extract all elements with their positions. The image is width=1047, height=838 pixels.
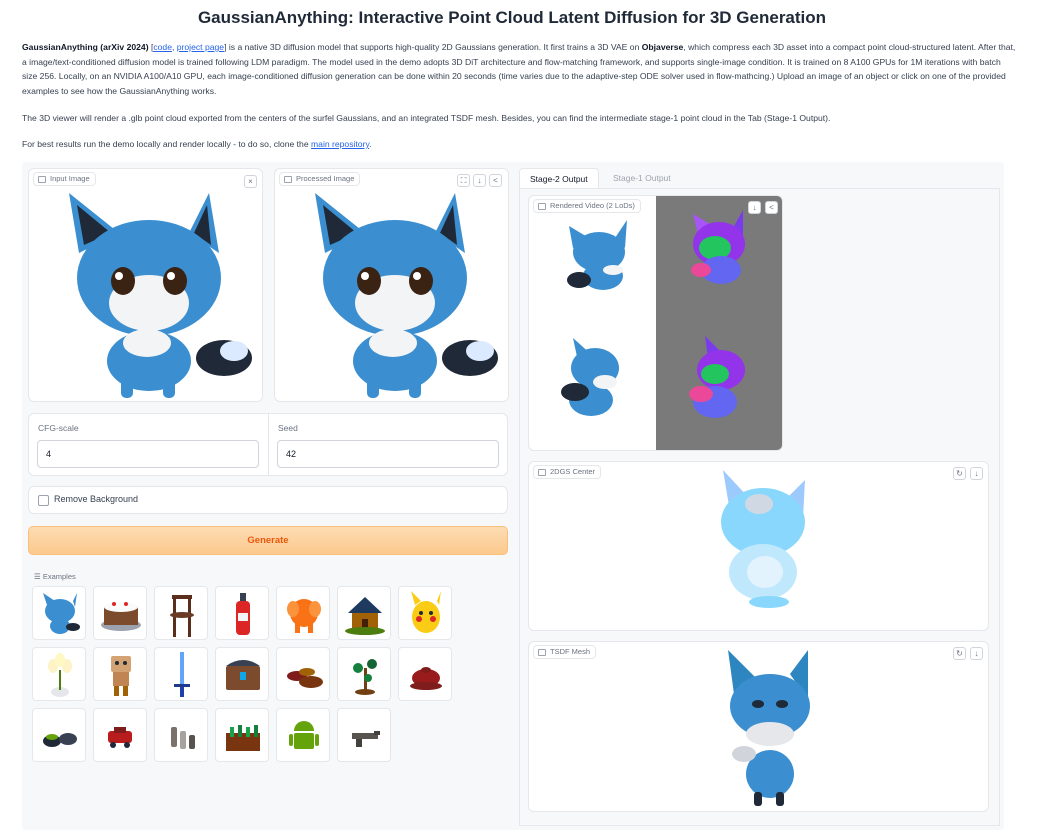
- tab-stage-2-output[interactable]: Stage-2 Output: [519, 168, 599, 188]
- example-red-car[interactable]: [93, 708, 147, 762]
- example-plates[interactable]: [276, 647, 330, 701]
- input-image-panel[interactable]: Input Image ×: [28, 168, 263, 402]
- example-android[interactable]: [276, 708, 330, 762]
- objaverse-bold: Objaverse: [641, 42, 684, 52]
- example-gun[interactable]: [337, 708, 391, 762]
- rendered-video-label: Rendered Video (2 LoDs): [533, 199, 641, 213]
- local-run-text: For best results run the demo locally an…: [22, 139, 311, 149]
- example-robot[interactable]: [93, 647, 147, 701]
- example-pikachu[interactable]: [398, 586, 452, 640]
- main-repository-link[interactable]: main repository: [311, 139, 369, 149]
- 2dgs-center-panel[interactable]: 2DGS Center ↻ ↓: [528, 461, 989, 631]
- example-orange-elephant[interactable]: [276, 586, 330, 640]
- tsdf-mesh-viewer: [728, 650, 810, 806]
- cfg-scale-label: CFG-scale: [38, 423, 79, 433]
- app-container: Input Image × Processed Image ⛶ ↓ < CFG-…: [22, 162, 1004, 830]
- tsdf-mesh-panel[interactable]: TSDF Mesh ↻ ↓: [528, 641, 989, 812]
- example-house[interactable]: [337, 586, 391, 640]
- cfg-scale-block: CFG-scale 4: [29, 414, 269, 475]
- example-shoes[interactable]: [32, 708, 86, 762]
- point-cloud-viewer: [721, 470, 805, 608]
- example-chest[interactable]: [215, 647, 269, 701]
- example-garden-bed[interactable]: [215, 708, 269, 762]
- local-run-paragraph: For best results run the demo locally an…: [22, 137, 1017, 152]
- cfg-scale-input[interactable]: 4: [37, 440, 259, 468]
- example-sword[interactable]: [154, 647, 208, 701]
- local-run-text: .: [369, 139, 372, 149]
- video-icon: [538, 203, 546, 210]
- processed-image-panel: Processed Image ⛶ ↓ <: [274, 168, 509, 402]
- seed-label: Seed: [278, 423, 298, 433]
- example-fox[interactable]: [32, 586, 86, 640]
- project-page-link[interactable]: project page: [177, 42, 224, 52]
- stage-2-panel: Rendered Video (2 LoDs) ↓ < 2DGS Center …: [519, 188, 1000, 826]
- params-panel: CFG-scale 4 Seed 42: [28, 413, 508, 476]
- remove-bg-panel: Remove Background: [28, 486, 508, 514]
- generate-button[interactable]: Generate: [28, 526, 508, 555]
- page-title: GaussianAnything: Interactive Point Clou…: [197, 8, 827, 27]
- example-teapot[interactable]: [398, 647, 452, 701]
- example-bottles[interactable]: [154, 708, 208, 762]
- rendered-video-panel[interactable]: Rendered Video (2 LoDs) ↓ <: [528, 195, 783, 451]
- remove-bg-label: Remove Background: [54, 494, 139, 504]
- intro-bold-title: GaussianAnything (arXiv 2024): [22, 42, 149, 52]
- list-icon: ☰: [34, 572, 43, 581]
- fox-image: [69, 193, 252, 398]
- intro-paragraph: GaussianAnything (arXiv 2024) [code, pro…: [22, 40, 1017, 99]
- example-chair[interactable]: [154, 586, 208, 640]
- example-tulips[interactable]: [32, 647, 86, 701]
- viewer-paragraph: The 3D viewer will render a .glb point c…: [22, 113, 831, 123]
- examples-header: ☰ Examples: [34, 572, 76, 581]
- share-icon[interactable]: <: [765, 201, 778, 214]
- seed-block: Seed 42: [269, 414, 507, 475]
- tab-stage-1-output[interactable]: Stage-1 Output: [603, 168, 681, 188]
- seed-input[interactable]: 42: [277, 440, 499, 468]
- example-plant[interactable]: [337, 647, 391, 701]
- download-icon[interactable]: ↓: [748, 201, 761, 214]
- processed-fox-image: [315, 193, 498, 398]
- intro-text: ] is a native 3D diffusion model that su…: [224, 42, 642, 52]
- example-cake[interactable]: [93, 586, 147, 640]
- remove-bg-checkbox[interactable]: [38, 495, 49, 506]
- example-fire-extinguisher[interactable]: [215, 586, 269, 640]
- rendered-video: [561, 210, 745, 418]
- code-link[interactable]: code: [153, 42, 172, 52]
